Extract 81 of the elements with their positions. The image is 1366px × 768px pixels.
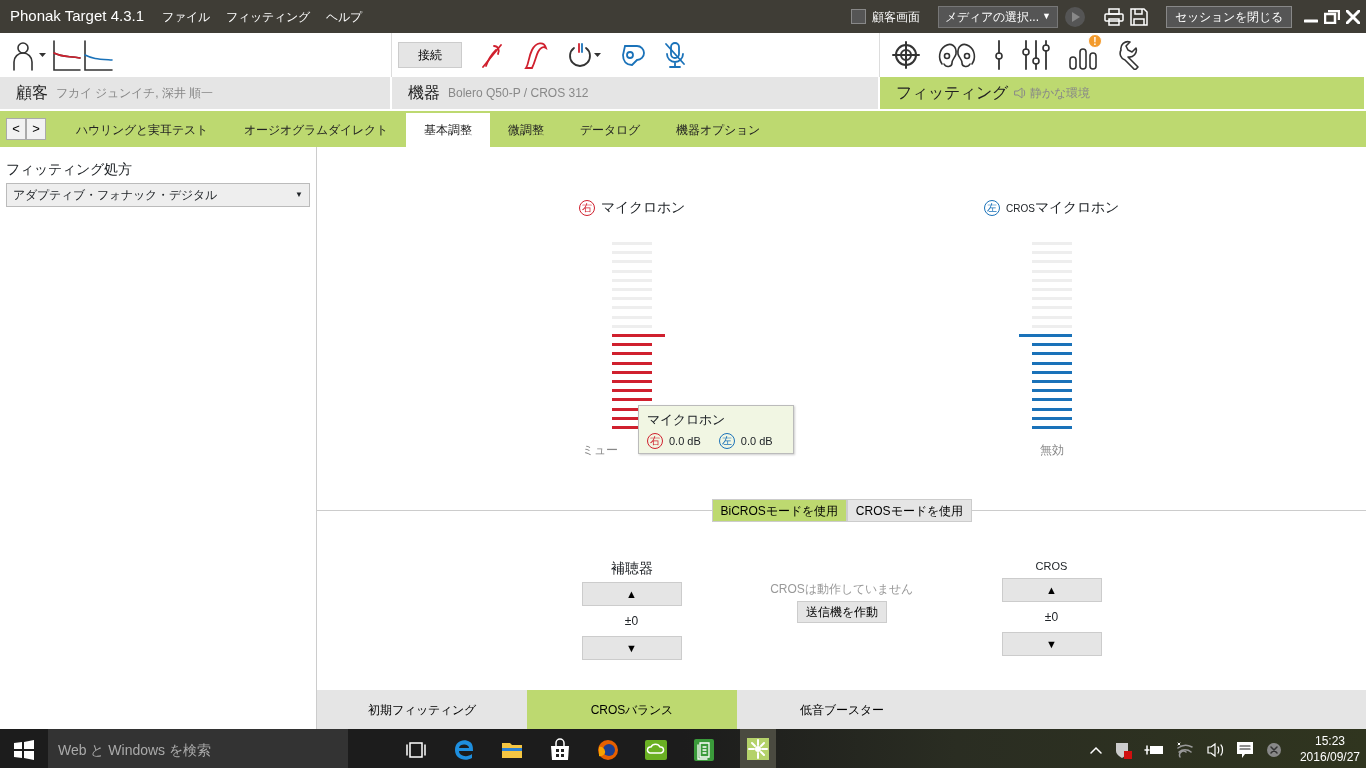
close-icon[interactable]: [1346, 9, 1360, 24]
checkbox-label: 顧客画面: [872, 8, 920, 26]
search-field[interactable]: Web と Windows を検索: [48, 729, 348, 768]
tab[interactable]: ハウリングと実耳テスト: [58, 113, 226, 147]
phonak-app-icon[interactable]: [746, 736, 770, 761]
section-header[interactable]: 顧客 フカイ ジュンイチ, 深井 順一: [0, 77, 392, 109]
volume-icon[interactable]: [1205, 741, 1224, 758]
audiogram-icon[interactable]: [52, 39, 114, 71]
section-detail: フカイ ジュンイチ, 深井 順一: [56, 85, 214, 102]
section-title: フィッティング: [896, 83, 1008, 103]
menu-item[interactable]: ファイル: [162, 7, 210, 26]
chevron-up-icon[interactable]: [1089, 745, 1102, 754]
down-button[interactable]: ▼: [1001, 631, 1102, 656]
value-label: ±0: [1044, 608, 1059, 626]
status-text: CROSは動作していません: [770, 581, 913, 599]
checkbox[interactable]: [851, 9, 866, 24]
cloud-app-icon[interactable]: [644, 737, 668, 762]
section-detail: Bolero Q50-P / CROS 312: [448, 85, 589, 102]
prescription-dropdown[interactable]: アダプティブ・フォナック・デジタル ▼: [6, 183, 310, 207]
meter-title: CROSマイクロホン: [1006, 198, 1119, 217]
mode-button[interactable]: BiCROSモードを使用: [711, 499, 847, 523]
browser-icon[interactable]: [452, 737, 476, 762]
activate-button[interactable]: 送信機を作動: [796, 601, 887, 624]
play-icon[interactable]: [1064, 5, 1086, 28]
meter-title: マイクロホン: [600, 198, 685, 217]
up-button[interactable]: ▲: [1001, 577, 1102, 602]
target-icon[interactable]: [892, 41, 920, 69]
firefox-icon[interactable]: [596, 737, 620, 762]
print-icon[interactable]: [1104, 7, 1124, 26]
control-label: 補聴器: [610, 559, 653, 579]
section-detail: 静かな環境: [1030, 85, 1090, 102]
section-header[interactable]: 機器 Bolero Q50-P / CROS 312: [392, 77, 880, 109]
section-title: 顧客: [16, 83, 48, 103]
value-label: ±0: [624, 613, 639, 631]
clock-date: 2016/09/27: [1299, 749, 1360, 766]
windows-start-icon[interactable]: [12, 737, 36, 762]
back-button[interactable]: <: [6, 118, 26, 140]
menu-item[interactable]: ヘルプ: [326, 7, 362, 26]
slider-icon[interactable]: [994, 40, 1004, 70]
close-circle-icon[interactable]: [1265, 741, 1282, 758]
section-header[interactable]: フィッティング 静かな環境: [880, 77, 1366, 109]
tab[interactable]: 機器オプション: [658, 113, 778, 147]
sidebar-label: フィッティング処方: [6, 160, 133, 179]
alert-badge: !: [1088, 34, 1102, 48]
connect-button[interactable]: 接続: [398, 42, 462, 68]
reading: 0.0 dB: [740, 433, 773, 449]
speaker-icon: [1014, 87, 1028, 99]
save-icon[interactable]: [1130, 7, 1148, 26]
security-icon[interactable]: [1113, 740, 1132, 759]
reading: 0.0 dB: [669, 433, 701, 449]
tab[interactable]: データログ: [562, 113, 658, 147]
media-dropdown[interactable]: メディアの選択... ▼: [938, 5, 1058, 28]
clock-time: 15:23: [1314, 733, 1345, 750]
tab[interactable]: 微調整: [490, 113, 562, 147]
equalizer-icon[interactable]: [1022, 40, 1050, 70]
meter-caption: ミュー: [581, 442, 618, 460]
muted-microphone-icon[interactable]: [664, 41, 686, 69]
store-icon[interactable]: [548, 737, 572, 762]
section-title: 機器: [408, 83, 440, 103]
power-plug-icon[interactable]: [1143, 742, 1164, 757]
power-icon[interactable]: [566, 42, 602, 68]
app-title: Phonak Target 4.3.1: [10, 6, 144, 27]
tab[interactable]: 基本調整: [406, 113, 490, 147]
wifi-icon[interactable]: [1175, 741, 1194, 758]
up-button[interactable]: ▲: [581, 582, 682, 607]
meter-caption: 無効: [1039, 442, 1064, 460]
down-button[interactable]: ▼: [581, 636, 682, 661]
tooltip-title: マイクロホン: [647, 411, 726, 429]
person-icon[interactable]: [12, 39, 46, 71]
notification-icon[interactable]: [1235, 740, 1254, 759]
document-app-icon[interactable]: [692, 737, 716, 762]
earpiece-icon[interactable]: [620, 42, 646, 68]
bottom-tab[interactable]: CROSバランス: [527, 690, 737, 729]
restore-icon[interactable]: [1324, 9, 1340, 24]
control-label: CROS: [1035, 559, 1068, 575]
tab[interactable]: オージオグラムダイレクト: [226, 113, 406, 147]
menu-item[interactable]: フィッティング: [226, 7, 310, 26]
hearing-aid-icon[interactable]: [522, 40, 548, 70]
close-session-button[interactable]: セッションを閉じる: [1166, 5, 1292, 28]
mode-button[interactable]: CROSモードを使用: [846, 499, 972, 523]
forward-button[interactable]: >: [26, 118, 46, 140]
